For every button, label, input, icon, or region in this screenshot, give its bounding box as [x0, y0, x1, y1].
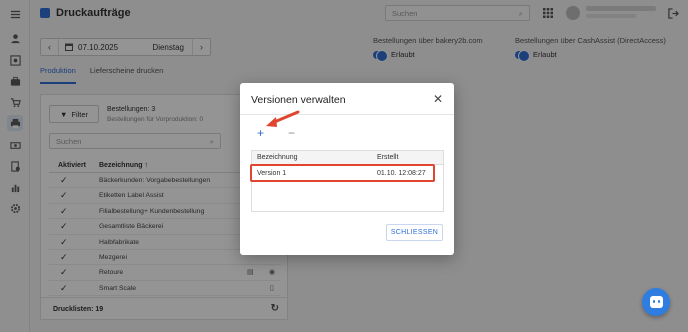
dialog-title: Versionen verwalten	[251, 94, 346, 106]
versions-dialog: Versionen verwalten ✕ + − Bezeichnung Er…	[240, 83, 454, 255]
close-icon[interactable]: ✕	[433, 92, 443, 106]
add-version-button[interactable]: +	[257, 126, 264, 140]
col-version-created[interactable]: Erstellt	[377, 154, 398, 161]
versions-table-header: Bezeichnung Erstellt	[252, 151, 443, 165]
versions-table: Bezeichnung Erstellt Version 1 01.10. 12…	[250, 150, 444, 212]
highlight-box	[250, 164, 435, 182]
annotation-arrow-icon	[266, 110, 300, 127]
chatbot-button[interactable]	[642, 288, 670, 316]
close-button[interactable]: SCHLIESSEN	[386, 224, 443, 241]
robot-icon	[649, 296, 663, 308]
col-version-name[interactable]: Bezeichnung	[257, 154, 297, 161]
